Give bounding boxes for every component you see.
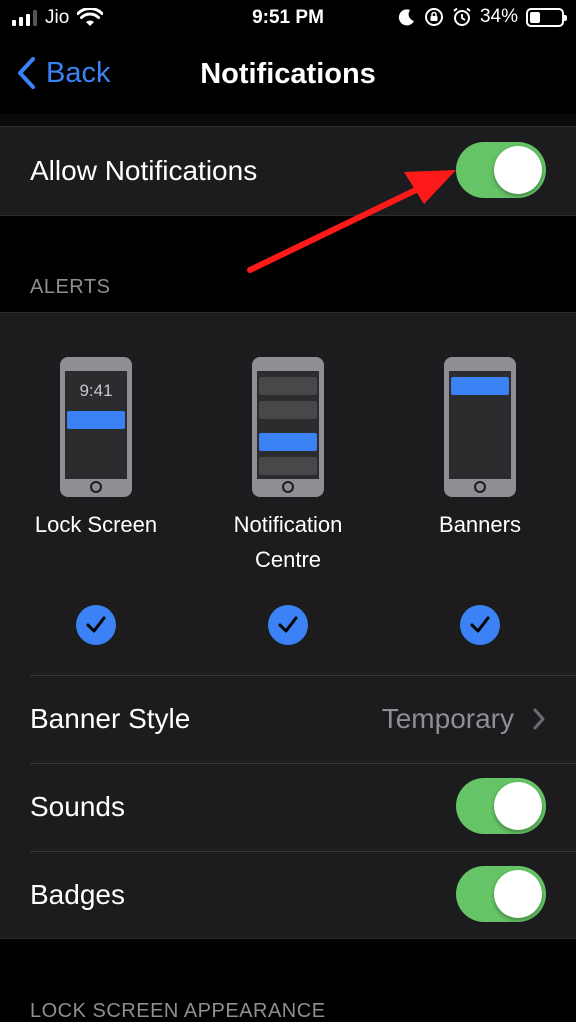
banners-phone-icon	[444, 357, 516, 497]
alert-banners[interactable]: Banners	[390, 313, 570, 673]
allow-group: Allow Notifications	[0, 126, 576, 216]
alarm-icon	[453, 7, 471, 26]
toggle-knob	[494, 146, 542, 194]
sounds-label: Sounds	[30, 791, 125, 822]
banner-style-label: Banner Style	[30, 703, 191, 734]
moon-icon	[398, 9, 414, 26]
lock-screen-appearance-header: LOCK SCREEN APPEARANCE	[30, 1000, 326, 1022]
notification-centre-label: Notification Centre	[198, 507, 378, 577]
lock-screen-phone-icon: 9:41	[60, 357, 132, 497]
status-bar: Jio 9:51 PM 34%	[0, 0, 576, 38]
banners-checkmark-icon[interactable]	[460, 605, 500, 645]
battery-icon	[526, 7, 567, 27]
badges-toggle[interactable]	[456, 866, 546, 922]
notification-centre-label-line1: Notification	[233, 512, 343, 537]
badges-row: Badges	[0, 851, 576, 939]
status-right: 34%	[398, 6, 567, 28]
lock-screen-label: Lock Screen	[34, 512, 158, 537]
nav-divider	[0, 114, 576, 126]
notification-centre-phone-icon	[252, 357, 324, 497]
navigation-bar: Back Notifications	[0, 38, 576, 114]
lock-screen-clock: 9:41	[79, 381, 113, 400]
banners-label: Banners	[439, 512, 521, 537]
alerts-group: 9:41 Lock Screen Notification Centre Ban…	[0, 312, 576, 939]
notification-centre-label-line2: Centre	[254, 547, 322, 572]
battery-percent: 34%	[479, 6, 518, 27]
toggle-knob	[494, 870, 542, 918]
sounds-toggle[interactable]	[456, 778, 546, 834]
allow-notifications-toggle[interactable]	[456, 142, 546, 198]
notification-centre-checkmark-icon[interactable]	[268, 605, 308, 645]
allow-notifications-row: Allow Notifications	[0, 127, 576, 215]
page-title: Notifications	[200, 58, 376, 90]
lock-screen-checkmark-icon[interactable]	[76, 605, 116, 645]
alert-lock-screen[interactable]: 9:41 Lock Screen	[6, 313, 186, 673]
alert-settings-list: Banner Style Temporary Sounds Badges	[0, 675, 576, 939]
alert-notification-centre[interactable]: Notification Centre	[198, 313, 378, 673]
banner-style-value: Temporary	[381, 703, 514, 734]
badges-label: Badges	[30, 879, 125, 910]
sounds-row: Sounds	[0, 763, 576, 851]
battery-level-fill	[530, 11, 541, 23]
toggle-knob	[494, 782, 542, 830]
alerts-section-header: ALERTS	[30, 276, 111, 298]
chevron-right-icon	[533, 708, 545, 730]
rotation-lock-icon	[424, 8, 443, 26]
banner-style-row[interactable]: Banner Style Temporary	[0, 675, 576, 763]
allow-notifications-label: Allow Notifications	[30, 155, 258, 186]
